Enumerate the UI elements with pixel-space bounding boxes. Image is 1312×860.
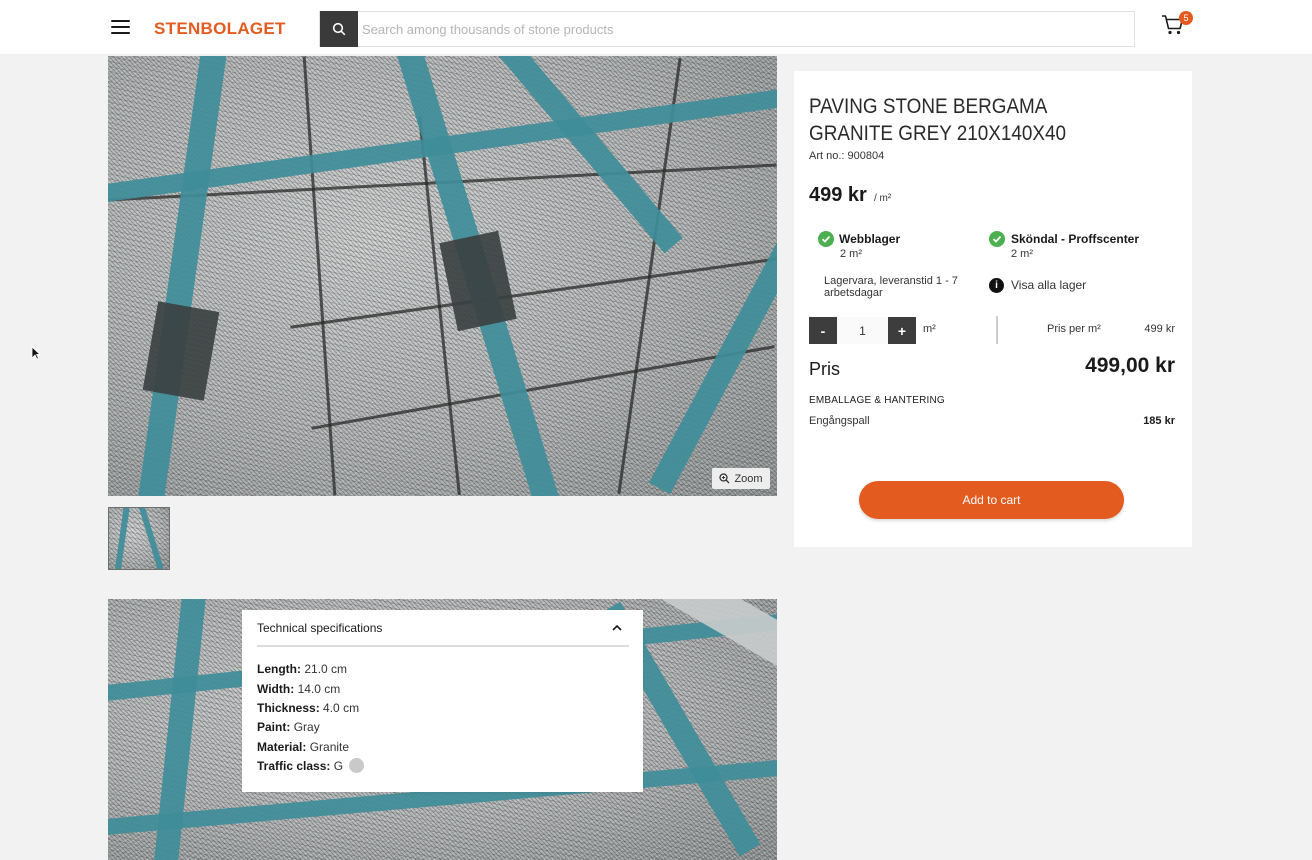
check-icon bbox=[818, 231, 834, 247]
search-button[interactable] bbox=[320, 11, 358, 47]
zoom-icon bbox=[719, 473, 730, 484]
search-icon bbox=[332, 22, 346, 36]
search-bar bbox=[319, 11, 1135, 47]
product-title: PAVING STONE BERGAMA GRANITE GREY 210X14… bbox=[809, 95, 1067, 145]
product-purchase-panel: PAVING STONE BERGAMA GRANITE GREY 210X14… bbox=[794, 71, 1192, 547]
check-icon bbox=[989, 231, 1005, 247]
quantity-input[interactable] bbox=[837, 317, 888, 344]
search-input[interactable] bbox=[362, 18, 1122, 40]
stock-qty-web: 2 m² bbox=[840, 248, 862, 260]
cart-count-badge: 5 bbox=[1179, 11, 1193, 25]
chevron-up-icon[interactable] bbox=[610, 622, 624, 634]
total-price-value: 499,00 kr bbox=[1085, 354, 1175, 377]
quantity-unit: m² bbox=[923, 323, 936, 335]
article-number: Art no.: 900804 bbox=[809, 150, 885, 162]
menu-icon[interactable] bbox=[111, 20, 130, 34]
quantity-increase-button[interactable]: + bbox=[888, 317, 916, 344]
stock-qty-skondal: 2 m² bbox=[1011, 248, 1033, 260]
stock-location-web: Webblager bbox=[839, 232, 901, 246]
product-price: 499 kr bbox=[809, 184, 867, 206]
show-all-stock-link[interactable]: Visa alla lager bbox=[1011, 278, 1086, 292]
main-product-image[interactable] bbox=[108, 56, 777, 496]
add-to-cart-button[interactable]: Add to cart bbox=[859, 481, 1124, 519]
technical-specifications-panel: Technical specifications Length: 21.0 cm… bbox=[242, 610, 643, 792]
spec-row-length: Length: 21.0 cm bbox=[257, 662, 348, 676]
spec-row-thickness: Thickness: 4.0 cm bbox=[257, 701, 360, 715]
total-price-label: Pris bbox=[809, 359, 840, 379]
price-unit: / m² bbox=[874, 193, 892, 204]
packaging-item: Engångspall bbox=[809, 415, 870, 427]
logo[interactable]: STENBOLAGET bbox=[154, 19, 286, 39]
specs-heading[interactable]: Technical specifications bbox=[257, 621, 382, 635]
info-icon[interactable]: i bbox=[989, 278, 1004, 293]
zoom-button[interactable]: Zoom bbox=[712, 468, 770, 489]
spec-row-paint: Paint: Gray bbox=[257, 720, 320, 734]
product-thumbnail[interactable] bbox=[108, 507, 170, 570]
packaging-label: EMBALLAGE & HANTERING bbox=[809, 395, 945, 406]
spec-row-material: Material: Granite bbox=[257, 740, 350, 754]
spec-row-traffic-class: Traffic class: G bbox=[257, 758, 365, 774]
spec-row-width: Width: 14.0 cm bbox=[257, 682, 341, 696]
lead-time: Lagervara, leveranstid 1 - 7 arbetsdagar bbox=[824, 275, 958, 299]
traffic-class-info-icon[interactable] bbox=[349, 758, 365, 774]
stock-location-skondal: Sköndal - Proffscenter bbox=[1011, 232, 1140, 246]
quantity-decrease-button[interactable]: - bbox=[809, 317, 837, 344]
price-per-unit-value: 499 kr bbox=[1144, 323, 1175, 335]
divider bbox=[996, 316, 998, 344]
mouse-cursor-icon bbox=[31, 346, 41, 360]
packaging-price: 185 kr bbox=[1143, 415, 1175, 427]
zoom-label: Zoom bbox=[734, 472, 763, 485]
site-header: STENBOLAGET 5 bbox=[0, 0, 1312, 54]
price-per-unit-label: Pris per m² bbox=[1047, 323, 1101, 335]
